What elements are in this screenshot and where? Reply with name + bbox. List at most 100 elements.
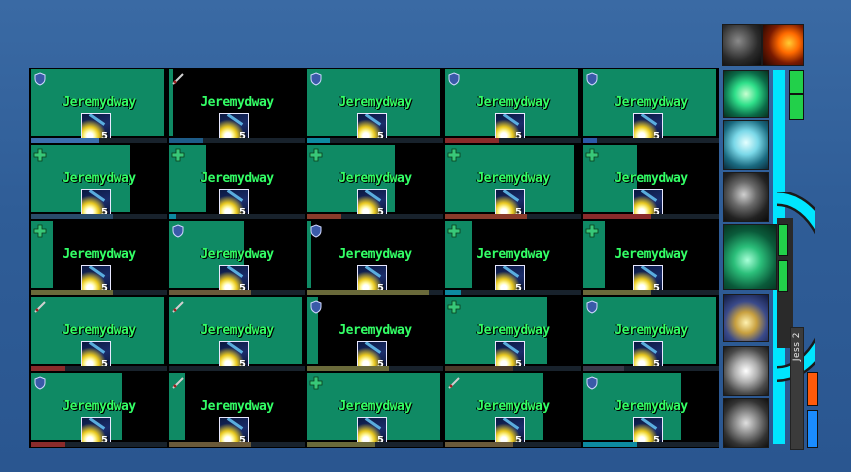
- power-bar: [307, 366, 443, 371]
- unit-name: Jeremydway: [338, 95, 412, 110]
- power-bar: [445, 214, 581, 219]
- unit-frame[interactable]: Jeremydway 5: [583, 221, 719, 295]
- unit-frame[interactable]: Jeremydway 5: [583, 145, 719, 219]
- unit-name: Jeremydway: [338, 399, 412, 414]
- unit-name: Jeremydway: [200, 247, 274, 262]
- power-bar: [169, 290, 305, 295]
- green-rune-icon[interactable]: [723, 70, 769, 118]
- unit-frame[interactable]: Jeremydway 5: [31, 221, 167, 295]
- power-bar: [583, 442, 719, 447]
- unit-frame[interactable]: Jeremydway 5: [169, 373, 305, 447]
- power-bar: [307, 290, 443, 295]
- cross-icon: [309, 375, 323, 390]
- power-bar: [31, 290, 167, 295]
- cross-icon: [171, 147, 185, 162]
- unit-frame[interactable]: Jeremydway 5: [169, 297, 305, 371]
- combo-point-3: [778, 224, 788, 256]
- cross-icon: [447, 223, 461, 238]
- unit-frame[interactable]: Jeremydway 5: [307, 221, 443, 295]
- cross-icon: [585, 223, 599, 238]
- shield-icon: [585, 375, 599, 390]
- power-bar: [31, 366, 167, 371]
- sword-icon: [447, 375, 461, 389]
- unit-frame[interactable]: Jeremydway 5: [307, 145, 443, 219]
- frost-dragon-icon[interactable]: [723, 120, 769, 170]
- green-nebula-icon[interactable]: [723, 224, 777, 290]
- sword-icon: [171, 71, 185, 85]
- shield-icon: [171, 223, 185, 238]
- unit-name: Jeremydway: [476, 95, 550, 110]
- shield-icon: [33, 71, 47, 86]
- unit-name: Jeremydway: [614, 399, 688, 414]
- unit-frame[interactable]: Jeremydway 5: [445, 373, 581, 447]
- shadow-beast-icon[interactable]: [723, 172, 769, 222]
- unit-frame[interactable]: Jeremydway 5: [307, 373, 443, 447]
- unit-frame[interactable]: Jeremydway 5: [445, 297, 581, 371]
- unit-frame[interactable]: Jeremydway 5: [169, 145, 305, 219]
- unit-name: Jeremydway: [614, 95, 688, 110]
- unit-frame[interactable]: Jeremydway 5: [445, 145, 581, 219]
- unit-frame[interactable]: Jeremydway 5: [31, 373, 167, 447]
- unit-frame[interactable]: Jeremydway 5: [583, 373, 719, 447]
- power-bar: [169, 214, 305, 219]
- power-bar: [445, 138, 581, 143]
- spirit-urn-icon[interactable]: [723, 294, 769, 342]
- shield-icon: [309, 299, 323, 314]
- unit-name: Jeremydway: [476, 247, 550, 262]
- unit-name: Jeremydway: [614, 323, 688, 338]
- power-bar: [31, 138, 167, 143]
- power-bar: [307, 138, 443, 143]
- unit-name: Jeremydway: [614, 247, 688, 262]
- power-bar: [583, 366, 719, 371]
- power-bar: [445, 290, 581, 295]
- unit-frame[interactable]: Jeremydway 5: [583, 69, 719, 143]
- unit-name: Jeremydway: [62, 171, 136, 186]
- power-bar: [583, 290, 719, 295]
- cross-icon: [447, 147, 461, 162]
- cross-icon: [447, 299, 461, 314]
- cross-icon: [585, 147, 599, 162]
- unit-name: Jeremydway: [200, 399, 274, 414]
- shield-icon: [309, 71, 323, 86]
- sword-icon: [171, 299, 185, 313]
- power-bar: [307, 214, 443, 219]
- resource-label: Jess 2: [792, 332, 802, 362]
- unit-frame[interactable]: Jeremydway 5: [169, 221, 305, 295]
- power-bar: [169, 442, 305, 447]
- unit-name: Jeremydway: [200, 171, 274, 186]
- unit-frame[interactable]: Jeremydway 5: [31, 297, 167, 371]
- rogue-smoke-icon[interactable]: [722, 24, 762, 66]
- unit-frame[interactable]: Jeremydway 5: [31, 69, 167, 143]
- power-bar: [31, 214, 167, 219]
- power-bar: [445, 442, 581, 447]
- smoke-cloud-icon[interactable]: [723, 346, 769, 396]
- unit-frame[interactable]: Jeremydway 5: [445, 221, 581, 295]
- unit-frame[interactable]: Jeremydway 5: [169, 69, 305, 143]
- unit-frame[interactable]: Jeremydway 5: [583, 297, 719, 371]
- unit-frame[interactable]: Jeremydway 5: [307, 297, 443, 371]
- power-bar: [169, 138, 305, 143]
- cross-icon: [309, 147, 323, 162]
- unit-frame[interactable]: Jeremydway 5: [31, 145, 167, 219]
- unit-name: Jeremydway: [62, 399, 136, 414]
- unit-name: Jeremydway: [476, 171, 550, 186]
- shield-icon: [585, 71, 599, 86]
- unit-frame[interactable]: Jeremydway 5: [307, 69, 443, 143]
- raid-frames: Jeremydway 5 Jeremydway 5 Jeremydway 5 Jeremyd…: [29, 68, 719, 448]
- combo-point-4: [778, 260, 788, 292]
- blue-indicator: [807, 410, 818, 448]
- unit-name: Jeremydway: [338, 247, 412, 262]
- power-bar: [169, 366, 305, 371]
- stone-dragon-icon[interactable]: [723, 398, 769, 448]
- sword-icon: [171, 375, 185, 389]
- power-bar: [31, 442, 167, 447]
- unit-frame[interactable]: Jeremydway 5: [445, 69, 581, 143]
- fire-slash-icon[interactable]: [762, 24, 804, 66]
- power-bar: [583, 138, 719, 143]
- unit-name: Jeremydway: [200, 323, 274, 338]
- power-bar: [307, 442, 443, 447]
- unit-name: Jeremydway: [62, 247, 136, 262]
- unit-name: Jeremydway: [476, 399, 550, 414]
- shield-icon: [585, 299, 599, 314]
- combo-point-1: [789, 70, 804, 94]
